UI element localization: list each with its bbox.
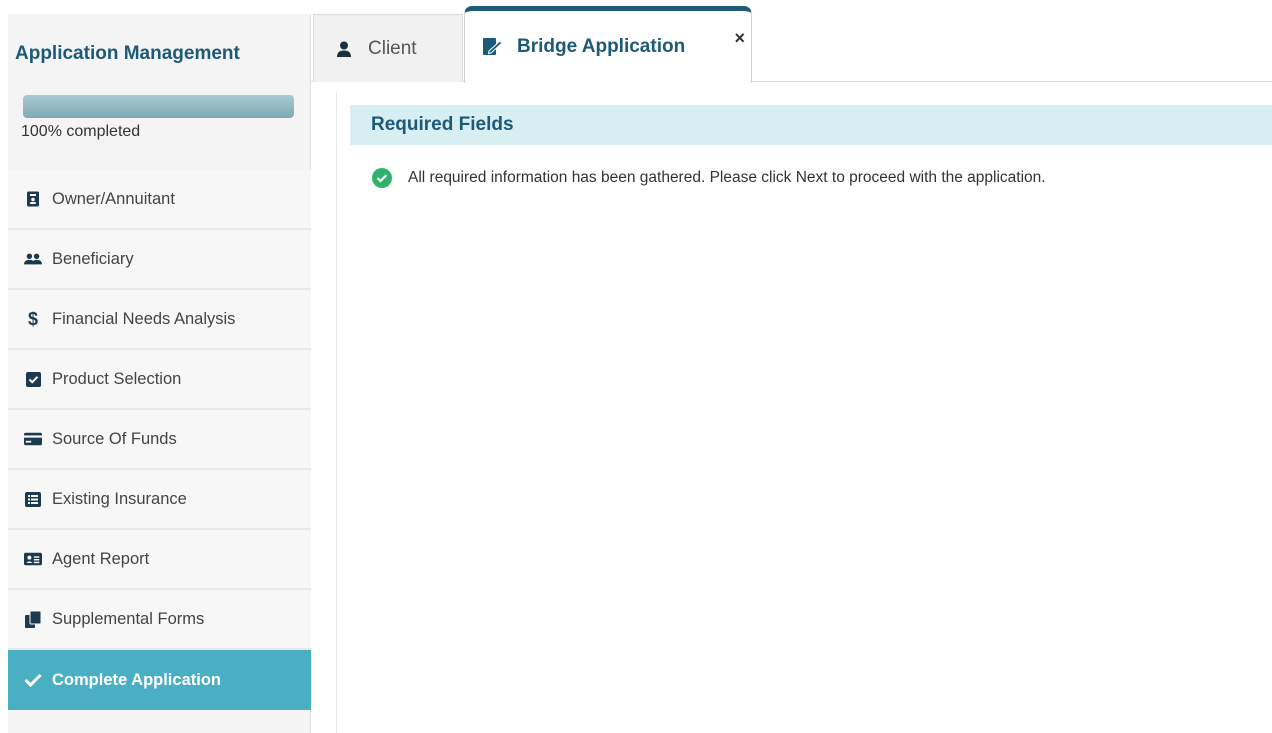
sidebar-item-supplemental-forms[interactable]: Supplemental Forms bbox=[8, 590, 311, 650]
sidebar-item-owner-annuitant[interactable]: Owner/Annuitant bbox=[8, 170, 311, 230]
users-icon bbox=[24, 250, 42, 268]
status-message-text: All required information has been gather… bbox=[408, 169, 1046, 186]
progress-bar bbox=[23, 95, 294, 118]
sidebar-item-product-selection[interactable]: Product Selection bbox=[8, 350, 311, 410]
sidebar-item-beneficiary[interactable]: Beneficiary bbox=[8, 230, 311, 290]
nav-list: Owner/Annuitant Beneficiary $ Financial … bbox=[8, 170, 311, 710]
user-icon bbox=[334, 39, 354, 59]
status-message: All required information has been gather… bbox=[372, 168, 1046, 188]
tab-label: Client bbox=[368, 37, 417, 59]
sidebar-item-label: Product Selection bbox=[52, 369, 182, 388]
sidebar-item-label: Owner/Annuitant bbox=[52, 189, 175, 208]
progress-label: 100% completed bbox=[21, 123, 141, 140]
copy-icon bbox=[24, 610, 42, 628]
credit-card-icon bbox=[24, 430, 42, 448]
main-content: Required Fields All required information… bbox=[336, 92, 1272, 733]
dollar-icon: $ bbox=[27, 308, 38, 329]
id-badge-icon bbox=[24, 190, 42, 208]
check-circle-icon bbox=[372, 168, 392, 188]
tab-label: Bridge Application bbox=[517, 36, 686, 57]
sidebar-title: Application Management bbox=[15, 43, 240, 64]
tab-bar: Client Bridge Application × bbox=[311, 0, 1272, 83]
sidebar-item-label: Complete Application bbox=[52, 670, 221, 689]
sidebar-item-label: Agent Report bbox=[52, 549, 150, 568]
sidebar-item-label: Source Of Funds bbox=[52, 429, 177, 448]
sidebar-item-source-of-funds[interactable]: Source Of Funds bbox=[8, 410, 311, 470]
list-icon bbox=[24, 490, 42, 508]
sidebar-item-label: Financial Needs Analysis bbox=[52, 309, 236, 328]
address-card-icon bbox=[24, 550, 42, 568]
file-signature-icon bbox=[483, 37, 503, 57]
sidebar-item-complete-application[interactable]: Complete Application bbox=[8, 650, 311, 710]
sidebar-item-label: Supplemental Forms bbox=[52, 609, 205, 628]
tab-bridge-application[interactable]: Bridge Application × bbox=[464, 6, 752, 83]
progress-fill bbox=[23, 95, 294, 118]
check-icon bbox=[24, 671, 42, 689]
sidebar-item-label: Existing Insurance bbox=[52, 489, 187, 508]
sidebar: Application Management 100% completed Ow… bbox=[8, 14, 311, 733]
sidebar-item-agent-report[interactable]: Agent Report bbox=[8, 530, 311, 590]
sidebar-item-label: Beneficiary bbox=[52, 249, 134, 268]
sidebar-item-existing-insurance[interactable]: Existing Insurance bbox=[8, 470, 311, 530]
close-icon[interactable]: × bbox=[734, 29, 745, 47]
checkbox-icon bbox=[24, 370, 42, 388]
sidebar-item-financial-needs-analysis[interactable]: $ Financial Needs Analysis bbox=[8, 290, 311, 350]
section-title: Required Fields bbox=[350, 105, 1272, 145]
tab-client[interactable]: Client bbox=[313, 14, 463, 82]
